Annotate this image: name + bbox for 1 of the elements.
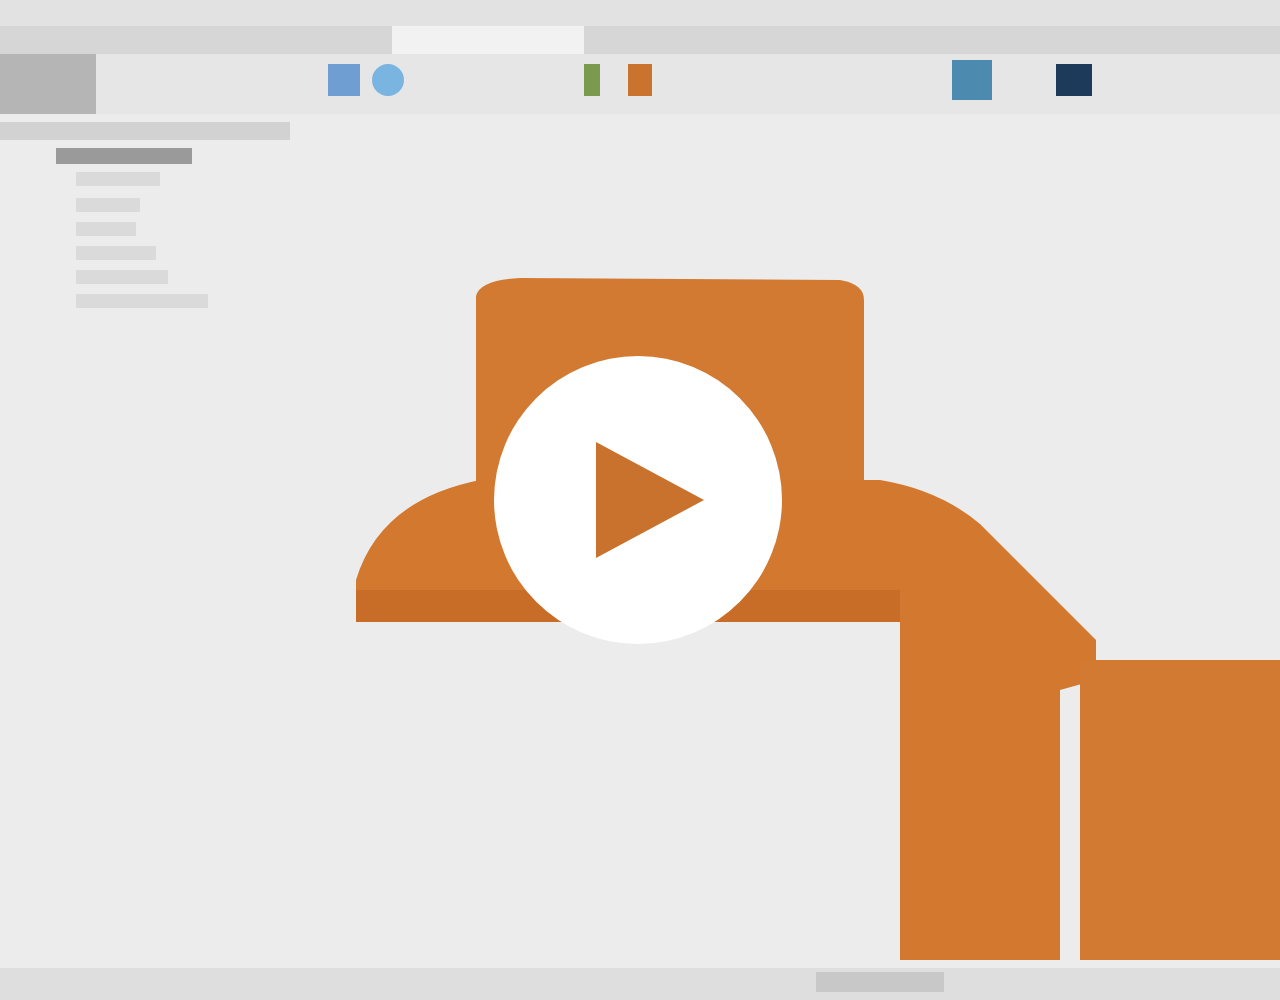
play-icon: [596, 442, 704, 558]
